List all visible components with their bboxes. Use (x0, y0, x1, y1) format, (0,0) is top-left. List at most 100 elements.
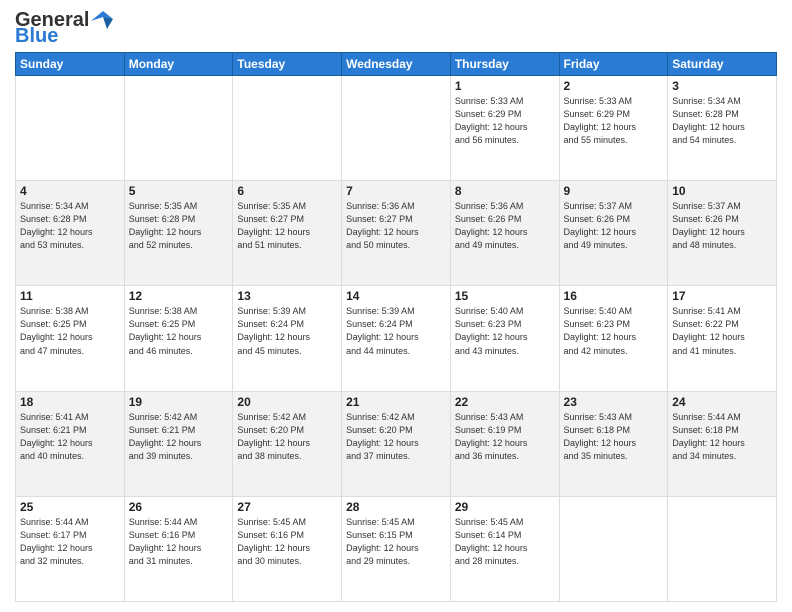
day-number: 20 (237, 395, 337, 409)
col-header-tuesday: Tuesday (233, 53, 342, 76)
cell-info: Sunrise: 5:33 AM Sunset: 6:29 PM Dayligh… (564, 95, 664, 147)
calendar-cell: 4 Sunrise: 5:34 AM Sunset: 6:28 PM Daylig… (16, 181, 125, 286)
cell-info: Sunrise: 5:39 AM Sunset: 6:24 PM Dayligh… (237, 305, 337, 357)
day-number: 18 (20, 395, 120, 409)
day-number: 28 (346, 500, 446, 514)
cell-info: Sunrise: 5:41 AM Sunset: 6:22 PM Dayligh… (672, 305, 772, 357)
calendar-cell: 12Sunrise: 5:38 AM Sunset: 6:25 PM Dayli… (124, 286, 233, 391)
calendar-cell: 29 Sunrise: 5:45 AM Sunset: 6:14 PM Dayli… (450, 496, 559, 601)
day-number: 5 (129, 184, 229, 198)
col-header-monday: Monday (124, 53, 233, 76)
day-number: 23 (564, 395, 664, 409)
logo: General Blue (15, 10, 113, 46)
cell-info: Sunrise: 5:37 AM Sunset: 6:26 PM Dayligh… (672, 200, 772, 252)
calendar-cell: 22 Sunrise: 5:43 AM Sunset: 6:19 PM Dayli… (450, 391, 559, 496)
calendar-cell: 23 Sunrise: 5:43 AM Sunset: 6:18 PM Dayli… (559, 391, 668, 496)
calendar-cell: 26 Sunrise: 5:44 AM Sunset: 6:16 PM Dayli… (124, 496, 233, 601)
day-number: 22 (455, 395, 555, 409)
cell-info: Sunrise: 5:43 AM Sunset: 6:18 PM Dayligh… (564, 411, 664, 463)
cell-info: Sunrise: 5:45 AM Sunset: 6:14 PM Dayligh… (455, 516, 555, 568)
calendar-cell: 9Sunrise: 5:37 AM Sunset: 6:26 PM Daylig… (559, 181, 668, 286)
calendar-week-row: 4 Sunrise: 5:34 AM Sunset: 6:28 PM Daylig… (16, 181, 777, 286)
calendar-cell: 5 Sunrise: 5:35 AM Sunset: 6:28 PM Daylig… (124, 181, 233, 286)
col-header-sunday: Sunday (16, 53, 125, 76)
cell-info: Sunrise: 5:42 AM Sunset: 6:20 PM Dayligh… (346, 411, 446, 463)
day-number: 2 (564, 79, 664, 93)
day-number: 15 (455, 289, 555, 303)
day-number: 19 (129, 395, 229, 409)
calendar-cell: 7 Sunrise: 5:36 AM Sunset: 6:27 PM Daylig… (342, 181, 451, 286)
calendar-cell: 27 Sunrise: 5:45 AM Sunset: 6:16 PM Dayli… (233, 496, 342, 601)
col-header-friday: Friday (559, 53, 668, 76)
calendar-cell: 8Sunrise: 5:36 AM Sunset: 6:26 PM Daylig… (450, 181, 559, 286)
calendar-cell: 21 Sunrise: 5:42 AM Sunset: 6:20 PM Dayli… (342, 391, 451, 496)
calendar-cell (342, 76, 451, 181)
calendar-cell: 13 Sunrise: 5:39 AM Sunset: 6:24 PM Dayli… (233, 286, 342, 391)
day-number: 8 (455, 184, 555, 198)
calendar-table: SundayMondayTuesdayWednesdayThursdayFrid… (15, 52, 777, 602)
day-number: 17 (672, 289, 772, 303)
day-number: 13 (237, 289, 337, 303)
cell-info: Sunrise: 5:44 AM Sunset: 6:16 PM Dayligh… (129, 516, 229, 568)
cell-info: Sunrise: 5:45 AM Sunset: 6:16 PM Dayligh… (237, 516, 337, 568)
cell-info: Sunrise: 5:36 AM Sunset: 6:27 PM Dayligh… (346, 200, 446, 252)
day-number: 26 (129, 500, 229, 514)
calendar-cell: 1 Sunrise: 5:33 AM Sunset: 6:29 PM Daylig… (450, 76, 559, 181)
cell-info: Sunrise: 5:39 AM Sunset: 6:24 PM Dayligh… (346, 305, 446, 357)
cell-info: Sunrise: 5:35 AM Sunset: 6:28 PM Dayligh… (129, 200, 229, 252)
day-number: 4 (20, 184, 120, 198)
cell-info: Sunrise: 5:40 AM Sunset: 6:23 PM Dayligh… (455, 305, 555, 357)
day-number: 1 (455, 79, 555, 93)
calendar-cell: 19 Sunrise: 5:42 AM Sunset: 6:21 PM Dayli… (124, 391, 233, 496)
day-number: 27 (237, 500, 337, 514)
calendar-cell: 15 Sunrise: 5:40 AM Sunset: 6:23 PM Dayli… (450, 286, 559, 391)
calendar-cell: 20Sunrise: 5:42 AM Sunset: 6:20 PM Dayli… (233, 391, 342, 496)
calendar-cell (559, 496, 668, 601)
logo-blue-text: Blue (15, 26, 58, 46)
day-number: 3 (672, 79, 772, 93)
day-number: 14 (346, 289, 446, 303)
cell-info: Sunrise: 5:34 AM Sunset: 6:28 PM Dayligh… (20, 200, 120, 252)
day-number: 21 (346, 395, 446, 409)
day-number: 11 (20, 289, 120, 303)
calendar-cell: 10 Sunrise: 5:37 AM Sunset: 6:26 PM Dayli… (668, 181, 777, 286)
calendar-cell: 2 Sunrise: 5:33 AM Sunset: 6:29 PM Daylig… (559, 76, 668, 181)
header: General Blue (15, 10, 777, 46)
cell-info: Sunrise: 5:43 AM Sunset: 6:19 PM Dayligh… (455, 411, 555, 463)
calendar-cell: 25Sunrise: 5:44 AM Sunset: 6:17 PM Dayli… (16, 496, 125, 601)
calendar-cell: 3Sunrise: 5:34 AM Sunset: 6:28 PM Daylig… (668, 76, 777, 181)
col-header-wednesday: Wednesday (342, 53, 451, 76)
cell-info: Sunrise: 5:33 AM Sunset: 6:29 PM Dayligh… (455, 95, 555, 147)
cell-info: Sunrise: 5:44 AM Sunset: 6:18 PM Dayligh… (672, 411, 772, 463)
calendar-week-row: 11 Sunrise: 5:38 AM Sunset: 6:25 PM Dayli… (16, 286, 777, 391)
calendar-cell: 14 Sunrise: 5:39 AM Sunset: 6:24 PM Dayli… (342, 286, 451, 391)
cell-info: Sunrise: 5:41 AM Sunset: 6:21 PM Dayligh… (20, 411, 120, 463)
day-number: 10 (672, 184, 772, 198)
calendar-header-row: SundayMondayTuesdayWednesdayThursdayFrid… (16, 53, 777, 76)
day-number: 9 (564, 184, 664, 198)
cell-info: Sunrise: 5:44 AM Sunset: 6:17 PM Dayligh… (20, 516, 120, 568)
col-header-thursday: Thursday (450, 53, 559, 76)
calendar-cell: 11 Sunrise: 5:38 AM Sunset: 6:25 PM Dayli… (16, 286, 125, 391)
day-number: 29 (455, 500, 555, 514)
calendar-cell: 6 Sunrise: 5:35 AM Sunset: 6:27 PM Daylig… (233, 181, 342, 286)
day-number: 7 (346, 184, 446, 198)
cell-info: Sunrise: 5:38 AM Sunset: 6:25 PM Dayligh… (129, 305, 229, 357)
cell-info: Sunrise: 5:35 AM Sunset: 6:27 PM Dayligh… (237, 200, 337, 252)
col-header-saturday: Saturday (668, 53, 777, 76)
day-number: 24 (672, 395, 772, 409)
cell-info: Sunrise: 5:40 AM Sunset: 6:23 PM Dayligh… (564, 305, 664, 357)
calendar-cell (668, 496, 777, 601)
page: General Blue SundayMondayTuesdayWednesda… (0, 0, 792, 612)
calendar-cell: 24 Sunrise: 5:44 AM Sunset: 6:18 PM Dayli… (668, 391, 777, 496)
logo-bird-icon (91, 11, 113, 29)
cell-info: Sunrise: 5:38 AM Sunset: 6:25 PM Dayligh… (20, 305, 120, 357)
calendar-cell: 17 Sunrise: 5:41 AM Sunset: 6:22 PM Dayli… (668, 286, 777, 391)
calendar-cell: 18 Sunrise: 5:41 AM Sunset: 6:21 PM Dayli… (16, 391, 125, 496)
day-number: 6 (237, 184, 337, 198)
cell-info: Sunrise: 5:42 AM Sunset: 6:21 PM Dayligh… (129, 411, 229, 463)
calendar-cell: 28Sunrise: 5:45 AM Sunset: 6:15 PM Dayli… (342, 496, 451, 601)
day-number: 16 (564, 289, 664, 303)
calendar-week-row: 25Sunrise: 5:44 AM Sunset: 6:17 PM Dayli… (16, 496, 777, 601)
calendar-cell (233, 76, 342, 181)
